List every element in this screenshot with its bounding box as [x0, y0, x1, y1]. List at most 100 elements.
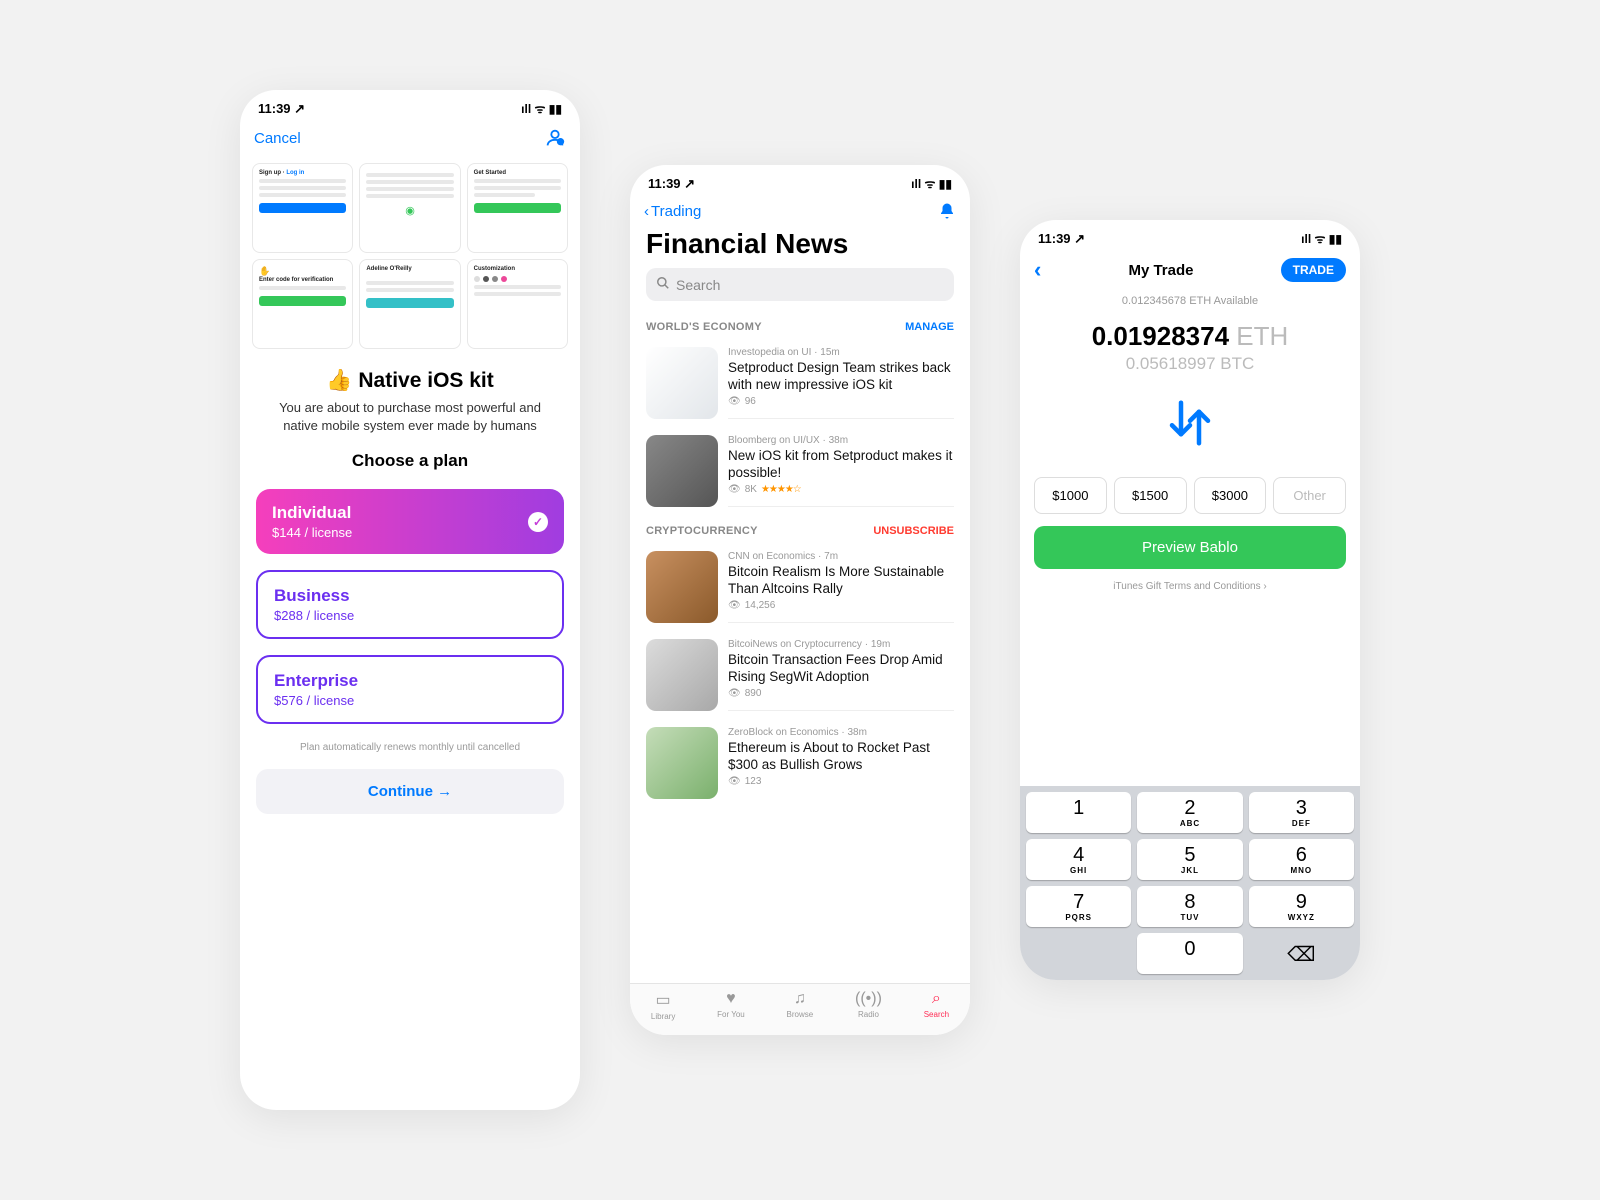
- key-3[interactable]: 3DEF: [1249, 792, 1354, 833]
- news-item[interactable]: BitcoiNews on Cryptocurrency · 19m Bitco…: [630, 631, 970, 719]
- terms-link[interactable]: iTunes Gift Terms and Conditions ›: [1020, 581, 1360, 592]
- kit-subtitle: You are about to purchase most powerful …: [240, 393, 580, 445]
- key-4[interactable]: 4GHI: [1026, 839, 1131, 880]
- star-rating: ★★★★☆: [761, 484, 801, 495]
- article-thumb: [646, 347, 718, 419]
- bell-icon[interactable]: [938, 202, 956, 220]
- plan-business[interactable]: Business $288 / license: [256, 570, 564, 639]
- backspace-icon: ⌫: [1287, 942, 1315, 967]
- news-item[interactable]: ZeroBlock on Economics · 38m Ethereum is…: [630, 719, 970, 807]
- article-views: 👁890: [728, 688, 954, 699]
- article-meta: ZeroBlock on Economics · 38m: [728, 727, 954, 738]
- status-icons: ıll ᯤ ▮▮: [521, 100, 562, 117]
- plan-price: $576 / license: [274, 693, 546, 708]
- mini-verify-card: ✋Enter code for verification: [252, 259, 353, 349]
- news-item[interactable]: Bloomberg on UI/UX · 38m New iOS kit fro…: [630, 427, 970, 515]
- financial-news-screen: 11:39 ↗ ıll ᯤ ▮▮ ‹ Trading Financial New…: [630, 165, 970, 1035]
- plan-individual[interactable]: Individual $144 / license ✓: [256, 489, 564, 554]
- chevron-left-icon: ‹: [1034, 257, 1041, 283]
- article-views: 👁14,256: [728, 600, 954, 611]
- plan-name: Business: [274, 586, 546, 606]
- my-trade-screen: 11:39 ↗ ıll ᯤ ▮▮ ‹ My Trade TRADE 0.0123…: [1020, 220, 1360, 980]
- mini-signup-card: Sign up · Log in: [252, 163, 353, 253]
- mini-payment-card: ◉: [359, 163, 460, 253]
- trade-button[interactable]: TRADE: [1281, 258, 1346, 282]
- article-title: Ethereum is About to Rocket Past $300 as…: [728, 740, 954, 774]
- kit-title: 👍 Native iOS kit: [240, 369, 580, 393]
- article-thumb: [646, 551, 718, 623]
- status-time: 11:39 ↗: [258, 101, 305, 117]
- avatar-icon[interactable]: [544, 127, 566, 149]
- back-button[interactable]: ‹ Trading: [644, 203, 701, 220]
- page-title: Financial News: [630, 226, 970, 268]
- search-input[interactable]: Search: [646, 268, 954, 301]
- tab-bar: ▭Library ♥For You ♫Browse ((•))Radio ⌕Se…: [630, 983, 970, 1035]
- music-note-icon: ♫: [794, 990, 806, 1008]
- article-views: 👁123: [728, 776, 954, 787]
- numeric-keypad: 1 2ABC 3DEF 4GHI 5JKL 6MNO 7PQRS 8TUV 9W…: [1020, 786, 1360, 980]
- eye-icon: 👁: [728, 600, 741, 611]
- swap-icon[interactable]: [1020, 396, 1360, 455]
- heart-icon: ♥: [726, 990, 736, 1008]
- article-thumb: [646, 727, 718, 799]
- status-time: 11:39 ↗: [648, 176, 695, 192]
- key-9[interactable]: 9WXYZ: [1249, 886, 1354, 927]
- article-meta: Bloomberg on UI/UX · 38m: [728, 435, 954, 446]
- section-label: CRYPTOCURRENCY: [646, 525, 758, 537]
- article-title: Setproduct Design Team strikes back with…: [728, 360, 954, 394]
- tab-browse[interactable]: ♫Browse: [787, 990, 814, 1021]
- amount-chip-1500[interactable]: $1500: [1114, 477, 1187, 514]
- key-1[interactable]: 1: [1026, 792, 1131, 833]
- continue-button[interactable]: Continue →: [256, 769, 564, 814]
- nav-bar: Cancel: [240, 121, 580, 155]
- preview-button[interactable]: Preview Bablo: [1034, 526, 1346, 569]
- eye-icon: 👁: [728, 776, 741, 787]
- manage-button[interactable]: MANAGE: [905, 321, 954, 333]
- status-bar: 11:39 ↗ ıll ᯤ ▮▮: [630, 165, 970, 196]
- plan-enterprise[interactable]: Enterprise $576 / license: [256, 655, 564, 724]
- renewal-note: Plan automatically renews monthly until …: [240, 742, 580, 753]
- article-meta: CNN on Economics · 7m: [728, 551, 954, 562]
- key-5[interactable]: 5JKL: [1137, 839, 1242, 880]
- tab-radio[interactable]: ((•))Radio: [855, 990, 882, 1021]
- thumbs-up-icon: 👍: [326, 369, 352, 393]
- tab-library[interactable]: ▭Library: [651, 990, 675, 1021]
- article-views: 👁8K ★★★★☆: [728, 484, 954, 495]
- plan-name: Individual: [272, 503, 548, 523]
- plan-price: $144 / license: [272, 525, 548, 540]
- amount-chip-3000[interactable]: $3000: [1194, 477, 1267, 514]
- library-icon: ▭: [656, 990, 671, 1010]
- purchase-plan-screen: 11:39 ↗ ıll ᯤ ▮▮ Cancel Sign up · Log in…: [240, 90, 580, 1110]
- news-item[interactable]: Investopedia on UI · 15m Setproduct Desi…: [630, 339, 970, 427]
- amount-chip-other[interactable]: Other: [1273, 477, 1346, 514]
- tab-search[interactable]: ⌕Search: [924, 990, 949, 1021]
- radio-icon: ((•)): [855, 990, 882, 1008]
- status-bar: 11:39 ↗ ıll ᯤ ▮▮: [1020, 220, 1360, 251]
- check-icon: ✓: [528, 512, 548, 532]
- eye-icon: 👁: [728, 688, 741, 699]
- search-icon: ⌕: [932, 990, 941, 1008]
- key-2[interactable]: 2ABC: [1137, 792, 1242, 833]
- status-icons: ıll ᯤ ▮▮: [911, 175, 952, 192]
- key-8[interactable]: 8TUV: [1137, 886, 1242, 927]
- amount-chip-1000[interactable]: $1000: [1034, 477, 1107, 514]
- key-blank: [1026, 933, 1131, 974]
- key-7[interactable]: 7PQRS: [1026, 886, 1131, 927]
- preview-collage: Sign up · Log in ◉ Get Started ✋Enter co…: [240, 155, 580, 355]
- tab-for-you[interactable]: ♥For You: [717, 990, 745, 1021]
- amount-chips: $1000 $1500 $3000 Other: [1020, 477, 1360, 514]
- status-bar: 11:39 ↗ ıll ᯤ ▮▮: [240, 90, 580, 121]
- back-button[interactable]: ‹: [1034, 257, 1041, 283]
- news-item[interactable]: CNN on Economics · 7m Bitcoin Realism Is…: [630, 543, 970, 631]
- mini-getstarted-card: Get Started: [467, 163, 568, 253]
- unsubscribe-button[interactable]: UNSUBSCRIBE: [873, 525, 954, 537]
- amount-primary: 0.01928374 ETH: [1020, 321, 1360, 352]
- nav-bar: ‹ My Trade TRADE: [1020, 251, 1360, 289]
- key-backspace[interactable]: ⌫: [1249, 933, 1354, 974]
- cancel-button[interactable]: Cancel: [254, 130, 301, 147]
- section-header-economy: WORLD'S ECONOMY MANAGE: [630, 311, 970, 339]
- key-6[interactable]: 6MNO: [1249, 839, 1354, 880]
- key-0[interactable]: 0: [1137, 933, 1242, 974]
- mini-custom-card: Customization: [467, 259, 568, 349]
- article-thumb: [646, 435, 718, 507]
